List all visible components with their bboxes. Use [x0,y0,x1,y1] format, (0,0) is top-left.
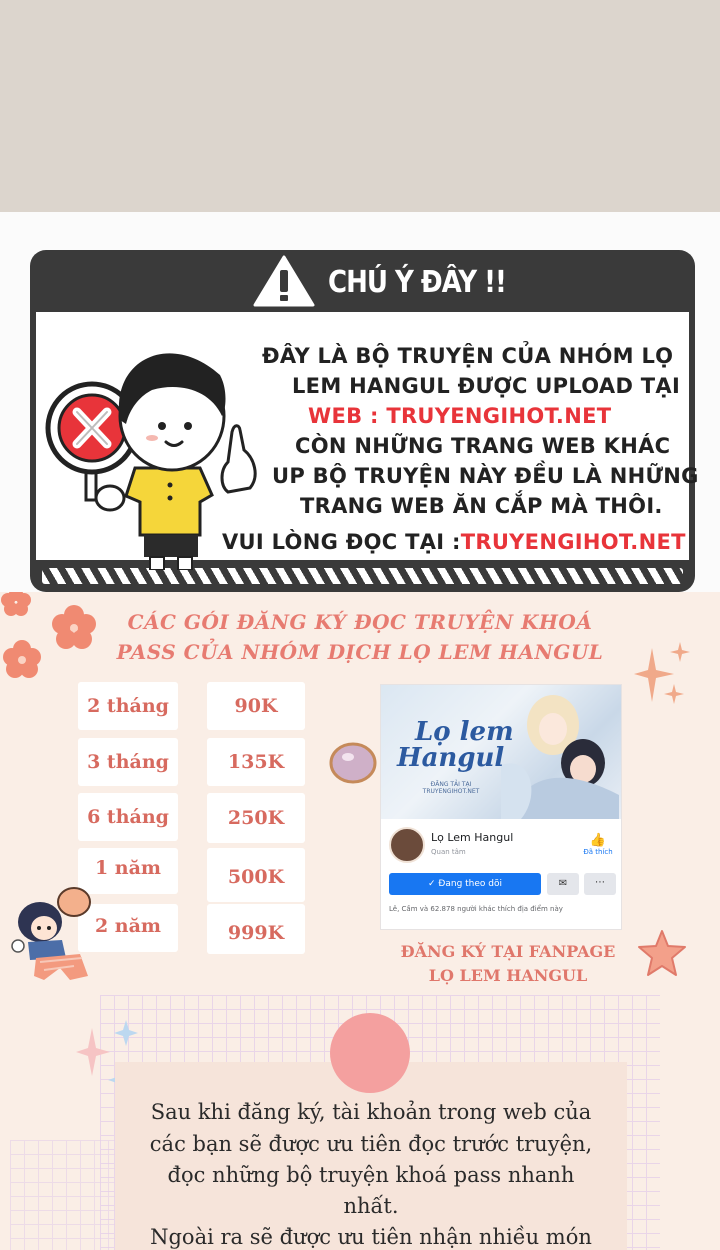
fanpage-category: Quan tâm [431,848,466,856]
notice-line-website: WEB : TRUYENGIHOT.NET [308,404,612,428]
like-label: Đã thích [583,848,613,856]
ellipsis-icon: ⋯ [595,877,605,888]
subscription-title-line-2: PASS CỦA NHÓM DỊCH LỌ LEM HANGUL [116,640,604,664]
plan-price-6-months: 250K [207,793,305,843]
notice-line-7: VUI LÒNG ĐỌC TẠI :TRUYENGIHOT.NET [222,530,686,554]
notice-title: CHÚ Ý ĐÂY !! [328,265,507,301]
info-line-5: Ngoài ra sẽ được ưu tiên nhận nhiều món [150,1225,592,1249]
fanpage-logo-line-1: Lọ lem [415,717,514,747]
thumbs-up-icon: 👍 [589,833,607,848]
plan-price-3-months: 135K [207,738,305,786]
info-line-1: Sau khi đăng ký, tài khoản trong web của [150,1100,592,1124]
fanpage-caption-line-1: ĐĂNG KÝ TẠI FANPAGE [400,942,616,961]
fanpage-cover-image: Lọ lem Hangul ĐĂNG TẢI TẠI TRUYENGIHOT.N… [381,685,621,819]
messenger-icon: ✉ [558,878,568,889]
info-line-3: đọc những bộ truyện khoá pass nhanh [167,1163,575,1187]
plan-price-1-year: 500K [207,848,305,902]
info-line-2: các bạn sẽ được ưu tiên đọc trước truyện… [149,1132,593,1156]
top-blank-band [0,0,720,212]
hazard-stripes [42,568,683,584]
read-at-url: TRUYENGIHOT.NET [460,530,686,554]
chibi-girl-illustration [11,887,91,980]
notice-line-4: CÒN NHỮNG TRANG WEB KHÁC [295,434,671,458]
cover-characters-art [501,695,619,819]
fanpage-caption-line-2: LỌ LEM HANGUL [428,966,588,985]
avatar[interactable] [389,827,425,863]
fanpage-card[interactable]: Lọ lem Hangul ĐĂNG TẢI TẠI TRUYENGIHOT.N… [380,684,622,930]
notice-line-2: LEM HANGUL ĐƯỢC UPLOAD TẠI [292,374,681,398]
plan-price-2-months: 90K [207,682,305,730]
plan-period-6-months: 6 tháng [78,793,178,841]
more-options-button[interactable]: ⋯ [584,873,616,895]
pink-circle-decoration [330,1013,410,1093]
plan-period-2-months: 2 tháng [78,682,178,730]
follow-label: Đang theo dõi [438,879,503,889]
star-decoration-icon [638,930,686,976]
pearl-decoration-icon [329,742,377,784]
messenger-button[interactable]: ✉ [547,873,579,895]
lattice-background-left [10,1140,120,1250]
likes-summary: Lê, Cầm và 62.878 người khác thích địa đ… [389,905,563,913]
notice-line-5: UP BỘ TRUYỆN NÀY ĐỀU LÀ NHỮNG [272,464,699,488]
read-at-label: VUI LÒNG ĐỌC TẠI : [222,530,461,554]
plan-period-3-months: 3 tháng [78,738,178,786]
notice-line-1: ĐÂY LÀ BỘ TRUYỆN CỦA NHÓM LỌ [262,344,674,368]
warning-icon [253,255,315,307]
info-line-4: nhất. [343,1194,399,1218]
notice-line-6: TRANG WEB ĂN CẮP MÀ THÔI. [300,494,663,518]
like-button[interactable]: 👍 Đã thích [581,833,615,856]
fanpage-logo-subtitle: ĐĂNG TẢI TẠI TRUYENGIHOT.NET [422,781,480,795]
follow-button[interactable]: ✓ Đang theo dõi [389,873,541,895]
plan-price-2-years: 999K [207,904,305,954]
fanpage-logo-line-2: Hangul [397,743,505,773]
fanpage-name[interactable]: Lọ Lem Hangul [431,831,513,844]
subscription-title-line-1: CÁC GÓI ĐĂNG KÝ ĐỌC TRUYỆN KHOÁ [127,610,593,634]
follow-check-icon: ✓ [427,879,439,889]
fanpage-logo: Lọ lem Hangul [397,719,514,771]
notice-header: CHÚ Ý ĐÂY !! [30,250,695,312]
